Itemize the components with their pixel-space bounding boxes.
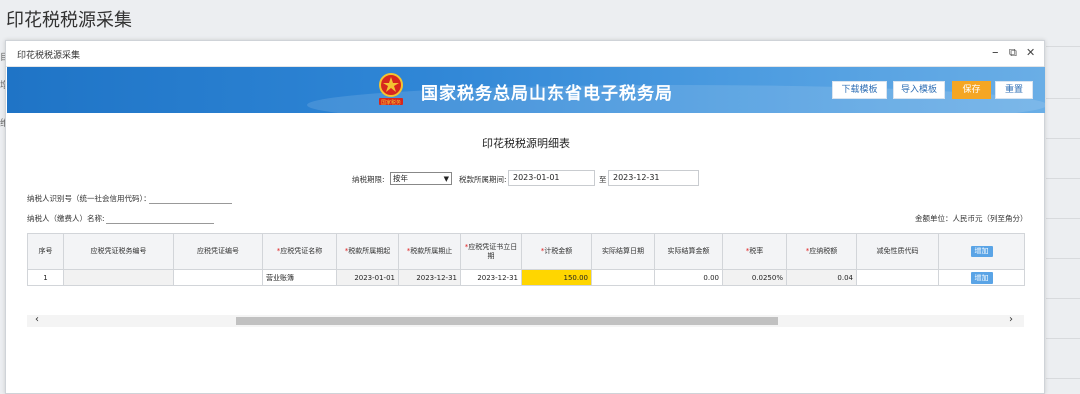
dialog-title: 印花税税源采集 (17, 51, 81, 61)
cell-voucher-name[interactable]: 营业账簿 (262, 269, 337, 286)
col-header: *税率 (722, 233, 787, 270)
period-type-value: 按年 (393, 174, 408, 183)
bg-divider (1046, 138, 1080, 139)
col-header-text: 税款所属期止 (410, 247, 453, 255)
col-header: *应纳税额 (786, 233, 857, 270)
dialog-header: 印花税税源采集 – ⧉ ✕ (6, 41, 1044, 67)
cell-period-start: 2023-01-01 (336, 269, 399, 286)
taxpayer-name-label: 纳税人（缴费人）名称: (27, 214, 105, 223)
cell-seq: 1 (27, 269, 64, 286)
table-header-row: 序号 应税凭证税务编号 应税凭证编号 *应税凭证名称 *税款所属期起 *税款所属… (27, 233, 1025, 270)
col-header-text: 税率 (749, 247, 764, 255)
row-add-button[interactable]: 增加 (970, 271, 993, 284)
tax-emblem-icon: 国家税务 (379, 73, 403, 106)
col-header: *应税凭证名称 (262, 233, 337, 270)
col-header-text: 税款所属期起 (348, 247, 391, 255)
scroll-left-icon[interactable]: ‹ (35, 314, 39, 325)
col-header: 应税凭证税务编号 (63, 233, 174, 270)
cell-settle-date[interactable] (591, 269, 655, 286)
bg-divider (1046, 178, 1080, 179)
col-header-text: 计税金额 (544, 247, 573, 255)
period-to-label: 至 (599, 175, 607, 184)
scrollbar-thumb[interactable] (236, 317, 778, 325)
bg-divider (1046, 258, 1080, 259)
col-header: *应税凭证书立日期 (460, 233, 522, 270)
col-header-text: 应税凭证税务编号 (90, 247, 147, 255)
period-end-field[interactable]: 2023-12-31 (608, 170, 699, 186)
col-header-text: 减免性质代码 (876, 247, 919, 255)
period-type-label: 纳税期限: (352, 175, 385, 184)
minimize-icon[interactable]: – (992, 45, 999, 61)
restore-icon[interactable]: ⧉ (1009, 45, 1017, 61)
cell-rate: 0.0250% (722, 269, 787, 286)
cell-taxable-amount[interactable]: 150.00 (521, 269, 592, 286)
period-start-field[interactable]: 2023-01-01 (508, 170, 595, 186)
col-header: 增加 (938, 233, 1025, 270)
cell-exemption-code[interactable] (856, 269, 939, 286)
cell-action: 增加 (938, 269, 1025, 286)
horizontal-scrollbar[interactable]: ‹ › (27, 314, 1024, 327)
col-header-text: 实际结算金额 (667, 247, 710, 255)
save-button[interactable]: 保存 (952, 81, 991, 99)
col-header: 减免性质代码 (856, 233, 939, 270)
close-icon[interactable]: ✕ (1026, 45, 1035, 61)
col-header-text: 应税凭证名称 (280, 247, 323, 255)
banner-title: 国家税务总局山东省电子税务局 (421, 84, 673, 104)
reset-button[interactable]: 重置 (995, 81, 1033, 99)
cell-period-end: 2023-12-31 (398, 269, 461, 286)
cell-voucher-no[interactable] (173, 269, 263, 286)
col-header: 序号 (27, 233, 64, 270)
col-header-text: 应税凭证编号 (197, 247, 239, 255)
cell-sign-date[interactable]: 2023-12-31 (460, 269, 522, 286)
download-template-button[interactable]: 下载模板 (832, 81, 887, 99)
col-header-text: 实际结算日期 (602, 247, 644, 255)
col-header: 实际结算日期 (591, 233, 655, 270)
bg-divider (1046, 298, 1080, 299)
import-template-button[interactable]: 导入模板 (893, 81, 945, 99)
bg-divider (1046, 378, 1080, 379)
emblem-text: 国家税务 (381, 99, 401, 106)
col-header: 实际结算金额 (654, 233, 723, 270)
header-add-button[interactable]: 增加 (970, 246, 993, 257)
taxpayer-id-field[interactable] (149, 203, 232, 204)
col-header-text: 应税凭证书立日期 (468, 242, 518, 260)
chevron-down-icon: ▼ (443, 175, 449, 183)
period-type-select[interactable]: 按年 ▼ (390, 172, 452, 185)
bg-divider (1046, 218, 1080, 219)
page-title: 印花税税源采集 (6, 10, 132, 31)
header-banner: 国家税务 国家税务总局山东省电子税务局 下载模板 导入模板 保存 重置 (7, 67, 1045, 113)
bg-divider (1046, 338, 1080, 339)
detail-heading: 印花税税源明细表 (482, 137, 570, 150)
taxpayer-id-label: 纳税人识别号（统一社会信用代码）： (27, 194, 151, 203)
bg-divider (1046, 98, 1080, 99)
tax-period-label: 税款所属期间: (459, 175, 507, 184)
cell-settle-amount[interactable]: 0.00 (654, 269, 723, 286)
cell-voucher-tax-no[interactable] (63, 269, 174, 286)
tax-source-dialog: 印花税税源采集 – ⧉ ✕ 国家税务 国家税务总局山东省电子税务局 下载模板 导… (5, 40, 1045, 394)
col-header: *计税金额 (521, 233, 592, 270)
col-header: *税款所属期起 (336, 233, 399, 270)
col-header-text: 应纳税额 (809, 247, 838, 255)
amount-unit-label: 金额单位：人民币元（列至角分） (915, 214, 1028, 223)
scroll-right-icon[interactable]: › (1009, 314, 1013, 325)
taxpayer-name-field[interactable] (106, 223, 214, 224)
bg-divider (1046, 46, 1080, 47)
col-header-text: 序号 (38, 247, 53, 255)
tax-source-table: 序号 应税凭证税务编号 应税凭证编号 *应税凭证名称 *税款所属期起 *税款所属… (27, 233, 1025, 286)
cell-tax-payable: 0.04 (786, 269, 857, 286)
table-row: 1 营业账簿 2023-01-01 2023-12-31 2023-12-31 … (27, 269, 1025, 286)
col-header: *税款所属期止 (398, 233, 461, 270)
col-header: 应税凭证编号 (173, 233, 263, 270)
